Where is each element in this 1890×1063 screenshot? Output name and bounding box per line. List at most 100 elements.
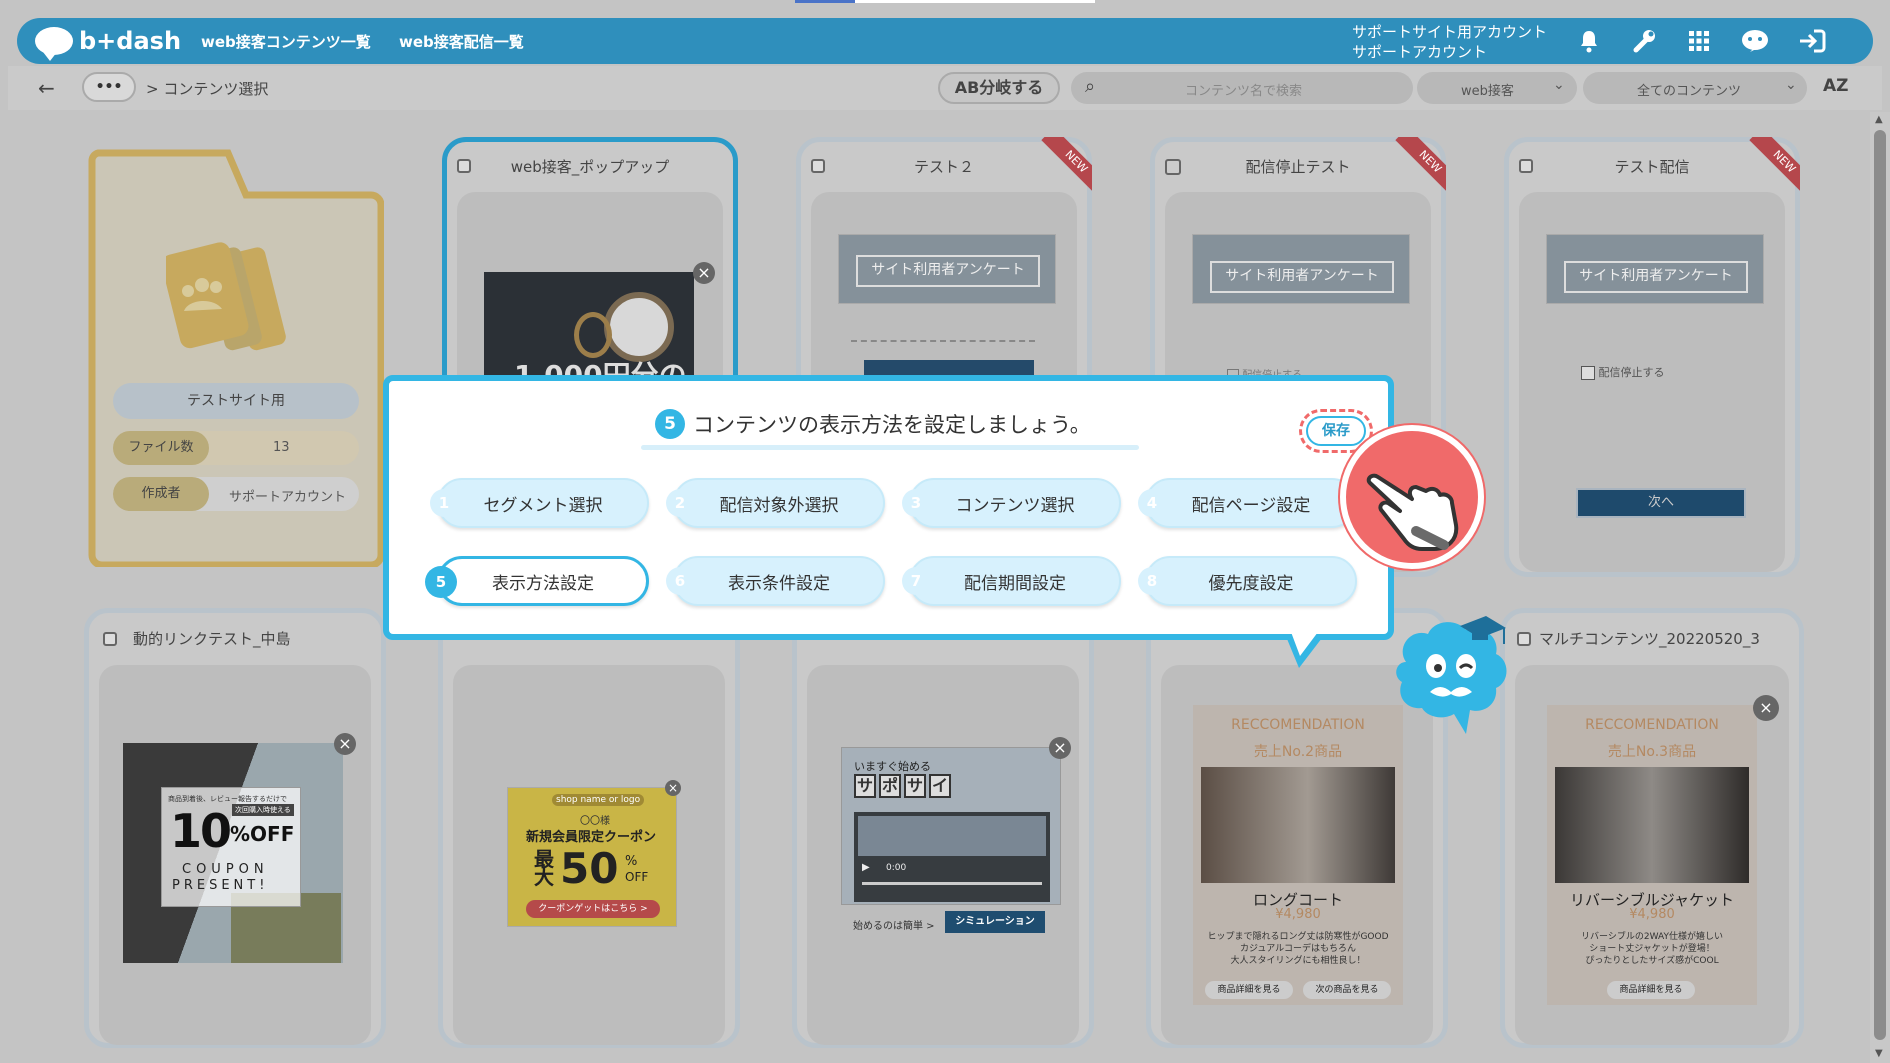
select-checkbox[interactable]: [103, 632, 117, 646]
step-number: 6: [666, 567, 694, 595]
product-price: ¥4,980: [1629, 907, 1675, 922]
coupon-small-text: 商品到着後、レビュー報告するだけで: [168, 795, 287, 803]
title-char: サ: [904, 774, 926, 798]
card-title: 配信停止テスト: [1245, 158, 1351, 176]
nav-contents-list[interactable]: web接客コンテンツ一覧: [201, 31, 371, 52]
watch-graphic: [604, 292, 674, 362]
member-coupon-banner: shop name or logo 〇〇様 新規会員限定クーポン 最大 50 %…: [507, 787, 677, 927]
back-arrow-icon[interactable]: ←: [38, 76, 55, 100]
app-logo[interactable]: b+dash: [35, 25, 181, 61]
stop-checkbox-row[interactable]: 配信停止する: [1581, 364, 1665, 380]
scrollbar[interactable]: ▲ ▼: [1870, 112, 1890, 1063]
file-count-label: ファイル数: [113, 431, 209, 465]
search-placeholder[interactable]: コンテンツ名で検索: [1185, 80, 1302, 99]
survey-banner-label: サイト利用者アンケート: [1210, 261, 1394, 293]
wrench-icon[interactable]: [1630, 26, 1660, 56]
step-exclusion[interactable]: 配信対象外選択: [673, 478, 885, 528]
close-icon[interactable]: ×: [334, 733, 356, 755]
title-char: ポ: [879, 774, 901, 798]
product-price: ¥4,980: [1275, 907, 1321, 922]
content-card[interactable]: shop name or logo 〇〇様 新規会員限定クーポン 最大 50 %…: [438, 608, 740, 1048]
heading-text: コンテンツの表示方法を設定しましょう。: [693, 413, 1091, 437]
step-period[interactable]: 配信期間設定: [909, 556, 1121, 606]
step-number: 7: [902, 567, 930, 595]
folder-name: テストサイト用: [113, 383, 359, 419]
card-title: テスト２: [913, 158, 974, 176]
video-time: 0:00: [886, 863, 907, 873]
content-card[interactable]: 動的リンクテスト_中島 商品到着後、レビュー報告するだけで 次回購入時使える 1…: [84, 608, 386, 1048]
card-preview: shop name or logo 〇〇様 新規会員限定クーポン 最大 50 %…: [453, 665, 725, 1045]
product-photo: [1555, 767, 1749, 883]
step-number: 2: [666, 489, 694, 517]
account-site: サポートサイト用アカウント: [1352, 23, 1548, 41]
type-select[interactable]: web接客 ⌄: [1417, 72, 1577, 104]
step-number: 1: [430, 489, 458, 517]
easy-start-text: 始めるのは簡単 >: [853, 921, 935, 932]
chevron-down-icon: ⌄: [1785, 77, 1797, 93]
product-photo: [1201, 767, 1395, 883]
get-coupon-button: クーポンゲットはこちら >: [526, 900, 660, 918]
product-desc: 大人スタイリングにも相性良し！: [1230, 956, 1366, 966]
step-priority[interactable]: 優先度設定: [1145, 556, 1357, 606]
max-off: OFF: [625, 870, 649, 884]
scroll-up-icon[interactable]: ▲: [1875, 114, 1883, 125]
bell-icon[interactable]: [1574, 26, 1604, 56]
next-button[interactable]: 次へ: [1576, 488, 1746, 518]
step-content[interactable]: コンテンツ選択: [909, 478, 1121, 528]
next-product-button: 次の商品を見る: [1303, 981, 1391, 999]
step-number-active: 5: [425, 566, 457, 598]
title-char: イ: [929, 774, 951, 798]
scroll-down-icon[interactable]: ▼: [1875, 1048, 1883, 1059]
video-banner: いますぐ始める サ ポ サ イ ▶ 0:00: [841, 747, 1061, 905]
account-user: サポートアカウント: [1352, 43, 1488, 61]
coupon-word: COUPON: [182, 862, 269, 877]
author-row: 作成者 サポートアカウント: [113, 477, 359, 511]
step-display-method[interactable]: 表示方法設定: [437, 556, 649, 606]
account-info[interactable]: サポートサイト用アカウント サポートアカウント: [1352, 22, 1547, 62]
content-card[interactable]: いますぐ始める サ ポ サ イ ▶ 0:00 × 始めるのは簡単 > シミュレー…: [792, 608, 1094, 1048]
survey-banner: サイト利用者アンケート: [1192, 234, 1410, 304]
grid-icon[interactable]: [1684, 26, 1714, 56]
breadcrumb-more-button[interactable]: •••: [82, 72, 136, 102]
survey-banner-label: サイト利用者アンケート: [1564, 261, 1748, 293]
content-filter-select[interactable]: 全てのコンテンツ ⌄: [1583, 72, 1807, 104]
survey-banner-label: サイト利用者アンケート: [856, 255, 1040, 287]
rec-sub: 売上No.2商品: [1253, 744, 1343, 760]
product-detail-button: 商品詳細を見る: [1205, 981, 1293, 999]
support-icon[interactable]: [1740, 26, 1770, 56]
card-title: web接客_ポップアップ: [510, 158, 670, 176]
sort-az-icon[interactable]: AZ: [1823, 76, 1848, 96]
content-card[interactable]: NEW テスト配信 サイト利用者アンケート 配信停止する 次へ: [1504, 137, 1800, 577]
close-icon[interactable]: ×: [693, 262, 715, 284]
logout-icon[interactable]: [1797, 26, 1827, 56]
max-unit: %: [625, 854, 638, 869]
step-page[interactable]: 配信ページ設定: [1145, 478, 1357, 528]
step-segment[interactable]: セグメント選択: [437, 478, 649, 528]
scrollbar-thumb[interactable]: [1874, 130, 1886, 1040]
video-progress: [862, 882, 1042, 885]
close-icon[interactable]: ×: [1753, 695, 1779, 721]
card-title: マルチコンテンツ_20220520_3: [1539, 630, 1760, 648]
tutorial-heading: 5 コンテンツの表示方法を設定しましょう。: [655, 409, 1091, 439]
close-icon[interactable]: ×: [1049, 737, 1071, 759]
start-text: いますぐ始める: [854, 760, 931, 773]
folder-card[interactable]: テストサイト用 ファイル数 13 作成者 サポートアカウント: [88, 147, 384, 567]
rec-title: RECCOMENDATION: [1231, 717, 1365, 733]
coupon-tag: 次回購入時使える: [232, 804, 294, 816]
card-title: 動的リンクテスト_中島: [133, 630, 291, 648]
nav-delivery-list[interactable]: web接客配信一覧: [399, 31, 524, 52]
coupon-photo: 商品到着後、レビュー報告するだけで 次回購入時使える 10 %OFF COUPO…: [123, 743, 343, 963]
author-value: サポートアカウント: [229, 490, 347, 505]
card-preview: いますぐ始める サ ポ サ イ ▶ 0:00 × 始めるのは簡単 > シミュレー…: [807, 665, 1079, 1045]
search-box[interactable]: ⌕ コンテンツ名で検索: [1071, 72, 1413, 104]
toolbar: ← ••• > コンテンツ選択 AB分岐する ⌕ コンテンツ名で検索 web接客…: [8, 66, 1882, 110]
step-display-condition[interactable]: 表示条件設定: [673, 556, 885, 606]
content-card[interactable]: マルチコンテンツ_20220520_3 RECCOMENDATION 売上No.…: [1500, 608, 1804, 1048]
title-chars: サ ポ サ イ: [854, 774, 951, 798]
ab-split-button[interactable]: AB分岐する: [938, 72, 1060, 104]
survey-banner: サイト利用者アンケート: [838, 234, 1056, 304]
max-value: 50: [560, 844, 619, 893]
file-count-row: ファイル数 13: [113, 431, 359, 465]
close-icon[interactable]: ×: [665, 780, 681, 796]
rec-title: RECCOMENDATION: [1585, 717, 1719, 733]
